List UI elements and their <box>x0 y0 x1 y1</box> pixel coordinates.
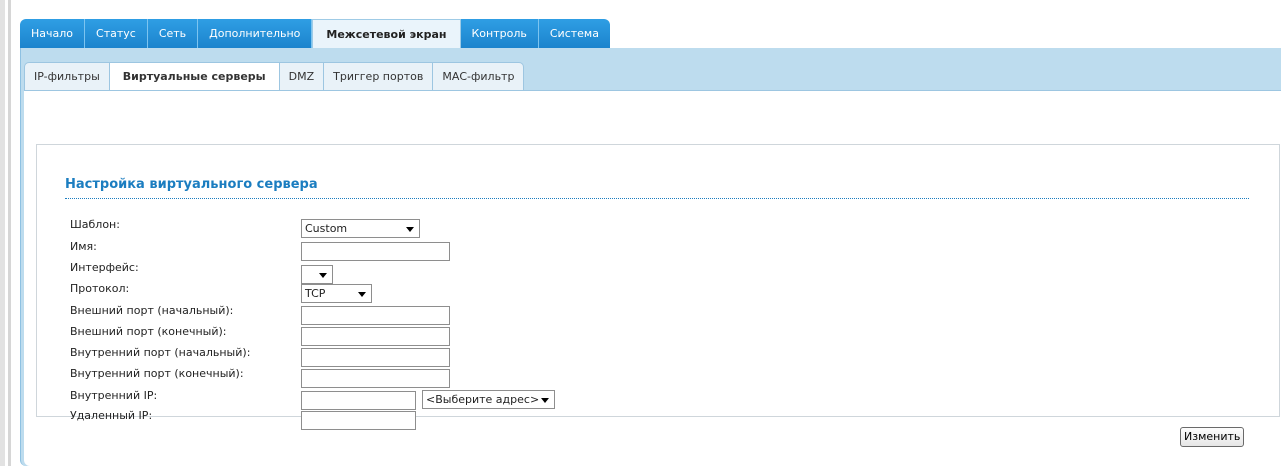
chevron-down-icon <box>319 273 327 278</box>
int-port-start-label: Внутренний порт (начальный): <box>70 346 251 359</box>
tab-control[interactable]: Контроль <box>460 19 539 49</box>
internal-ip-label: Внутренний IP: <box>70 389 158 402</box>
tab-status[interactable]: Статус <box>85 19 148 49</box>
virtual-server-panel: Настройка виртуального сервера Шаблон: C… <box>36 144 1280 430</box>
left-edge-rule <box>0 0 5 466</box>
tab-system[interactable]: Система <box>538 19 610 49</box>
remote-ip-input[interactable] <box>301 411 416 430</box>
tab-start[interactable]: Начало <box>20 19 86 49</box>
title-divider <box>65 198 1249 199</box>
remote-ip-label: Удаленный IP: <box>70 409 153 422</box>
change-button[interactable]: Изменить <box>1180 427 1245 447</box>
tab-advanced[interactable]: Дополнительно <box>198 19 313 49</box>
int-port-end-label: Внутренний порт (конечный): <box>70 367 244 380</box>
template-select[interactable]: Custom <box>301 219 420 238</box>
ext-port-start-input[interactable] <box>301 306 450 325</box>
sub-tab-bar: IP-фильтры Виртуальные серверы DMZ Тригг… <box>24 62 525 92</box>
left-edge-rule-inner <box>8 0 11 466</box>
chevron-down-icon <box>358 292 366 297</box>
ext-port-end-input[interactable] <box>301 327 450 346</box>
subtab-port-trigger[interactable]: Триггер портов <box>323 62 434 90</box>
tab-network[interactable]: Сеть <box>147 19 199 49</box>
ext-port-start-label: Внешний порт (начальный): <box>70 304 234 317</box>
subtab-virtual-servers[interactable]: Виртуальные серверы <box>108 62 280 92</box>
tab-firewall[interactable]: Межсетевой экран <box>312 19 461 49</box>
ext-port-end-label: Внешний порт (конечный): <box>70 325 227 338</box>
interface-label: Интерфейс: <box>70 261 139 274</box>
address-select-value: <Выберите адрес> <box>426 393 540 406</box>
protocol-select-value: TCP <box>305 287 326 300</box>
main-tab-bar: Начало Статус Сеть Дополнительно Межсете… <box>20 19 610 49</box>
subtab-ip-filters[interactable]: IP-фильтры <box>24 62 110 90</box>
int-port-end-input[interactable] <box>301 369 450 388</box>
template-label: Шаблон: <box>70 218 120 231</box>
main-frame: IP-фильтры Виртуальные серверы DMZ Тригг… <box>20 48 1281 466</box>
section-title: Настройка виртуального сервера <box>65 177 318 192</box>
protocol-select[interactable]: TCP <box>301 284 372 303</box>
address-select[interactable]: <Выберите адрес> <box>422 390 555 409</box>
name-input[interactable] <box>301 242 450 261</box>
interface-select[interactable] <box>301 265 333 284</box>
internal-ip-input[interactable] <box>301 391 416 410</box>
int-port-start-input[interactable] <box>301 348 450 367</box>
subtab-mac-filter[interactable]: МАС-фильтр <box>432 62 525 90</box>
content-area: Настройка виртуального сервера Шаблон: C… <box>24 90 1281 466</box>
chevron-down-icon <box>541 398 549 403</box>
chevron-down-icon <box>406 227 414 232</box>
subtab-dmz[interactable]: DMZ <box>278 62 325 90</box>
template-select-value: Custom <box>305 222 348 235</box>
protocol-label: Протокол: <box>70 282 130 295</box>
name-label: Имя: <box>70 240 97 253</box>
